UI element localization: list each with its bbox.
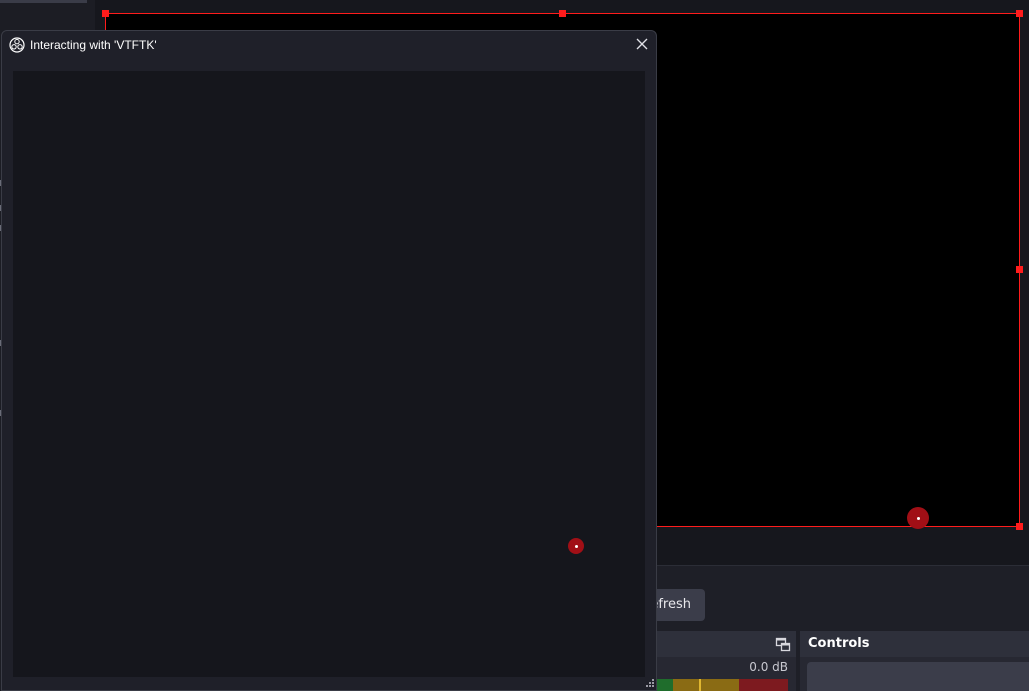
meter-peak-marker [699, 679, 701, 691]
meter-green-segment [655, 679, 673, 691]
meter-red-segment [739, 679, 788, 691]
dialog-title: Interacting with 'VTFTK' [30, 38, 157, 52]
close-icon[interactable] [631, 34, 653, 54]
resize-handle-bottom-right[interactable] [1016, 523, 1023, 530]
popout-icon[interactable] [775, 636, 791, 652]
resize-handle-top-right[interactable] [1016, 10, 1023, 17]
obs-logo-icon [9, 37, 25, 53]
meter-yellow-segment [673, 679, 739, 691]
controls-button-area[interactable] [807, 662, 1029, 691]
resize-handle-top-left[interactable] [102, 10, 109, 17]
volume-level-label: 0.0 dB [749, 660, 788, 674]
audio-mixer-header [640, 631, 796, 657]
resize-handle-top[interactable] [559, 10, 566, 17]
cursor-indicator [907, 507, 929, 529]
controls-title: Controls [808, 636, 870, 651]
dock-tab-highlight [0, 0, 87, 3]
browser-source-view[interactable] [13, 71, 645, 677]
cursor-indicator [568, 538, 584, 554]
volume-meter [655, 679, 788, 691]
resize-grip-icon[interactable] [645, 678, 655, 688]
resize-handle-right[interactable] [1016, 266, 1023, 273]
